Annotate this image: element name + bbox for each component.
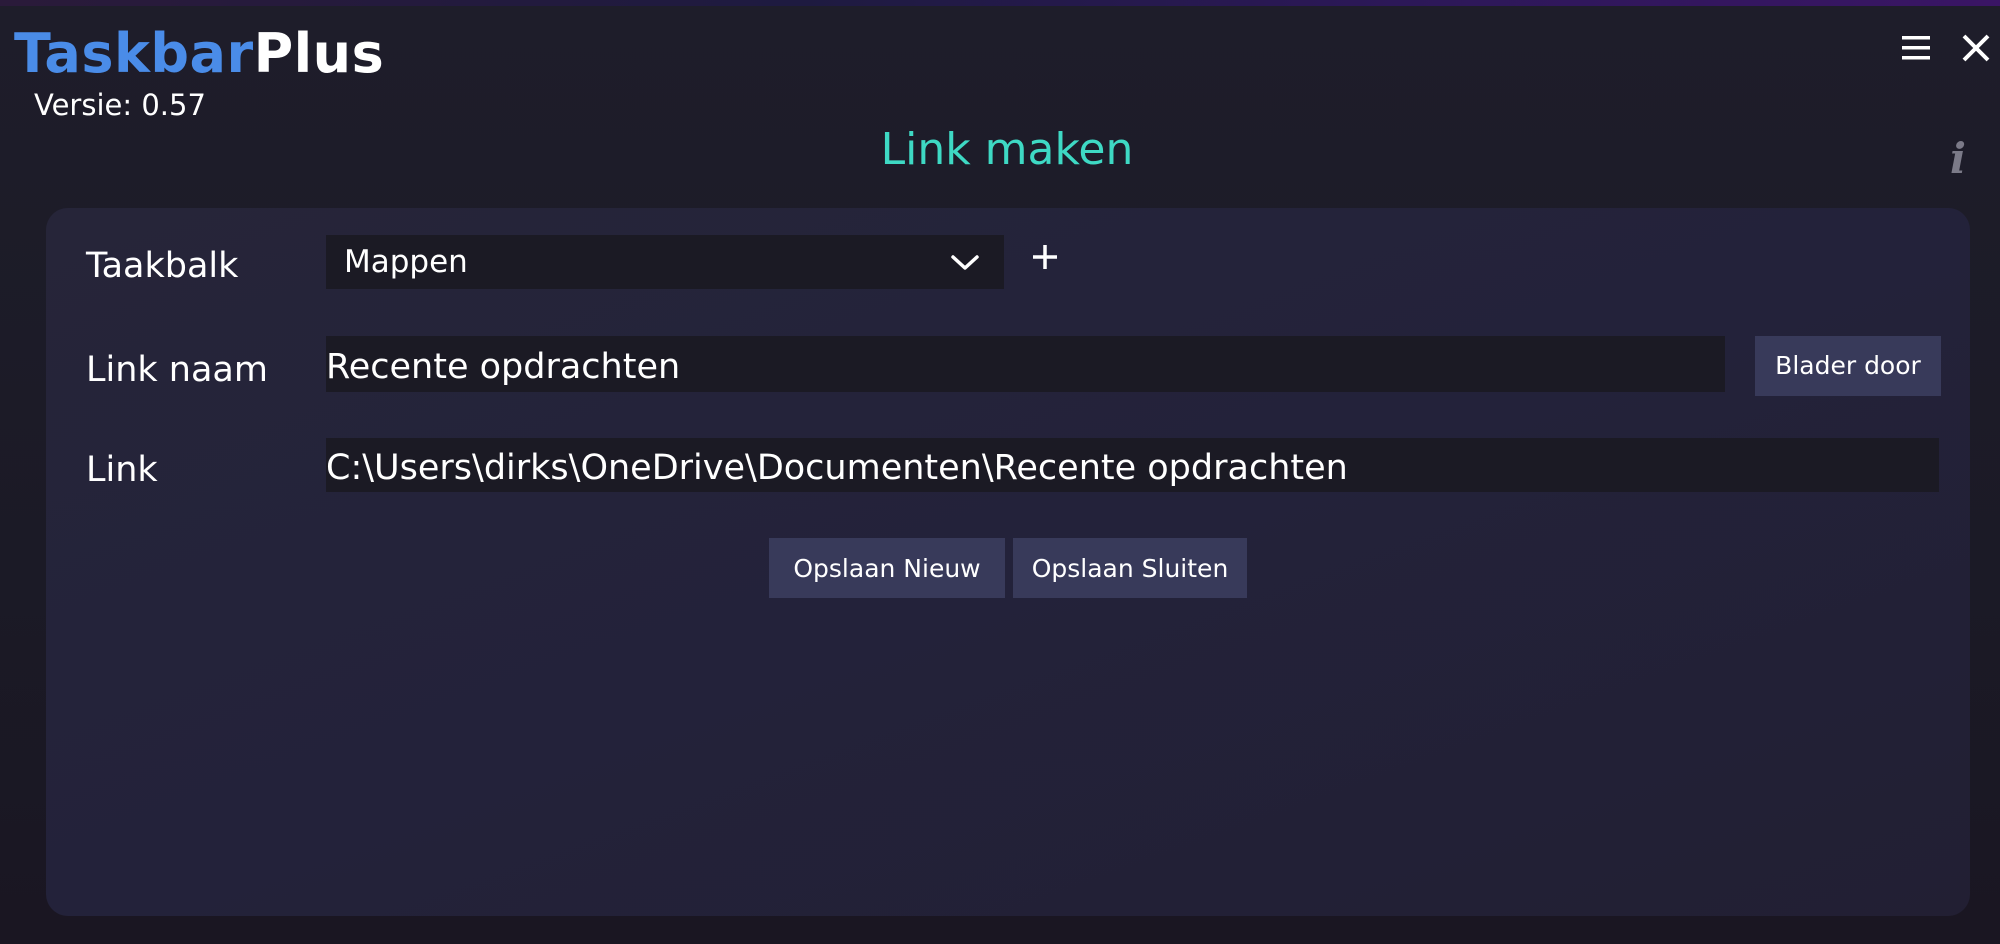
- info-icon[interactable]: i: [1950, 134, 1966, 183]
- close-icon[interactable]: [1956, 28, 1996, 68]
- link-name-input[interactable]: Recente opdrachten: [326, 336, 1725, 392]
- app-version: Versie: 0.57: [34, 88, 206, 122]
- save-new-button[interactable]: Opslaan Nieuw: [769, 538, 1005, 598]
- link-label: Link: [86, 450, 158, 490]
- taskbar-select[interactable]: Mappen: [326, 235, 1004, 289]
- app-name-part2: Plus: [253, 22, 385, 85]
- taskbar-label: Taakbalk: [86, 246, 239, 286]
- link-name-label: Link naam: [86, 350, 268, 390]
- add-taskbar-icon[interactable]: [1030, 242, 1060, 272]
- app-name-part1: Taskbar: [14, 22, 254, 85]
- taskbar-select-value: Mappen: [344, 244, 468, 280]
- form-panel: [46, 208, 1970, 916]
- app-logo: TaskbarPlus: [14, 22, 384, 86]
- hamburger-menu-icon[interactable]: [1900, 28, 1934, 68]
- link-path-input[interactable]: C:\Users\dirks\OneDrive\Documenten\Recen…: [326, 438, 1939, 492]
- save-close-button[interactable]: Opslaan Sluiten: [1013, 538, 1247, 598]
- app-window: TaskbarPlus Versie: 0.57 Link maken i Ta…: [0, 0, 2000, 944]
- browse-button[interactable]: Blader door: [1755, 336, 1941, 396]
- window-top-border: [0, 0, 2000, 6]
- chevron-down-icon[interactable]: [950, 254, 980, 272]
- page-title: Link maken: [880, 124, 1134, 175]
